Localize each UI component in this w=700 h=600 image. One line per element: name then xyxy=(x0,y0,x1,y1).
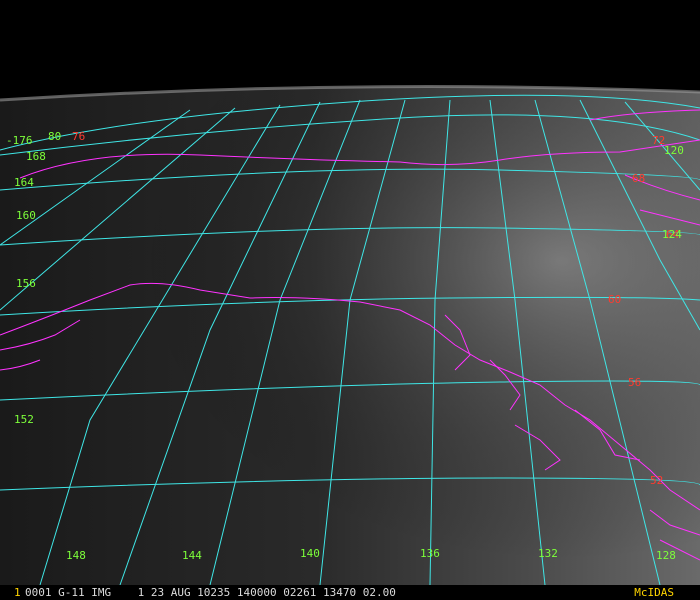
lon-label-140: 140 xyxy=(300,547,320,560)
satellite-map: 76 72 68 64 60 56 52 -176 80 168 164 160… xyxy=(0,0,700,600)
frame-number: 1 xyxy=(14,586,21,599)
lon-label-148: 148 xyxy=(66,549,86,562)
lon-label-128: 128 xyxy=(656,549,676,562)
lat-label-76: 76 xyxy=(72,130,85,143)
lon-label-80: 80 xyxy=(48,130,61,143)
lon-label-144: 144 xyxy=(182,549,202,562)
image-info-text: 0001 G-11 IMG 1 23 AUG 10235 140000 0226… xyxy=(25,586,396,599)
lat-label-68: 68 xyxy=(632,172,645,185)
lat-label-60: 60 xyxy=(608,293,621,306)
lon-label-164: 164 xyxy=(14,176,34,189)
status-bar: 1 0001 G-11 IMG 1 23 AUG 10235 140000 02… xyxy=(0,585,700,600)
lon-label-160: 160 xyxy=(16,209,36,222)
lon-label-124: 124 xyxy=(662,228,682,241)
lon-label-136: 136 xyxy=(420,547,440,560)
lon-label-168: 168 xyxy=(26,150,46,163)
lon-label-120: 120 xyxy=(664,144,684,157)
cloud-cover xyxy=(0,86,700,586)
mcidas-brand: McIDAS xyxy=(634,586,674,599)
lon-label-132: 132 xyxy=(538,547,558,560)
lon-label-156: 156 xyxy=(16,277,36,290)
lat-label-52: 52 xyxy=(650,474,663,487)
lat-label-56: 56 xyxy=(628,376,641,389)
lon-label-minus176: -176 xyxy=(6,134,33,147)
satellite-image-frame: 76 72 68 64 60 56 52 -176 80 168 164 160… xyxy=(0,0,700,600)
lon-label-152: 152 xyxy=(14,413,34,426)
